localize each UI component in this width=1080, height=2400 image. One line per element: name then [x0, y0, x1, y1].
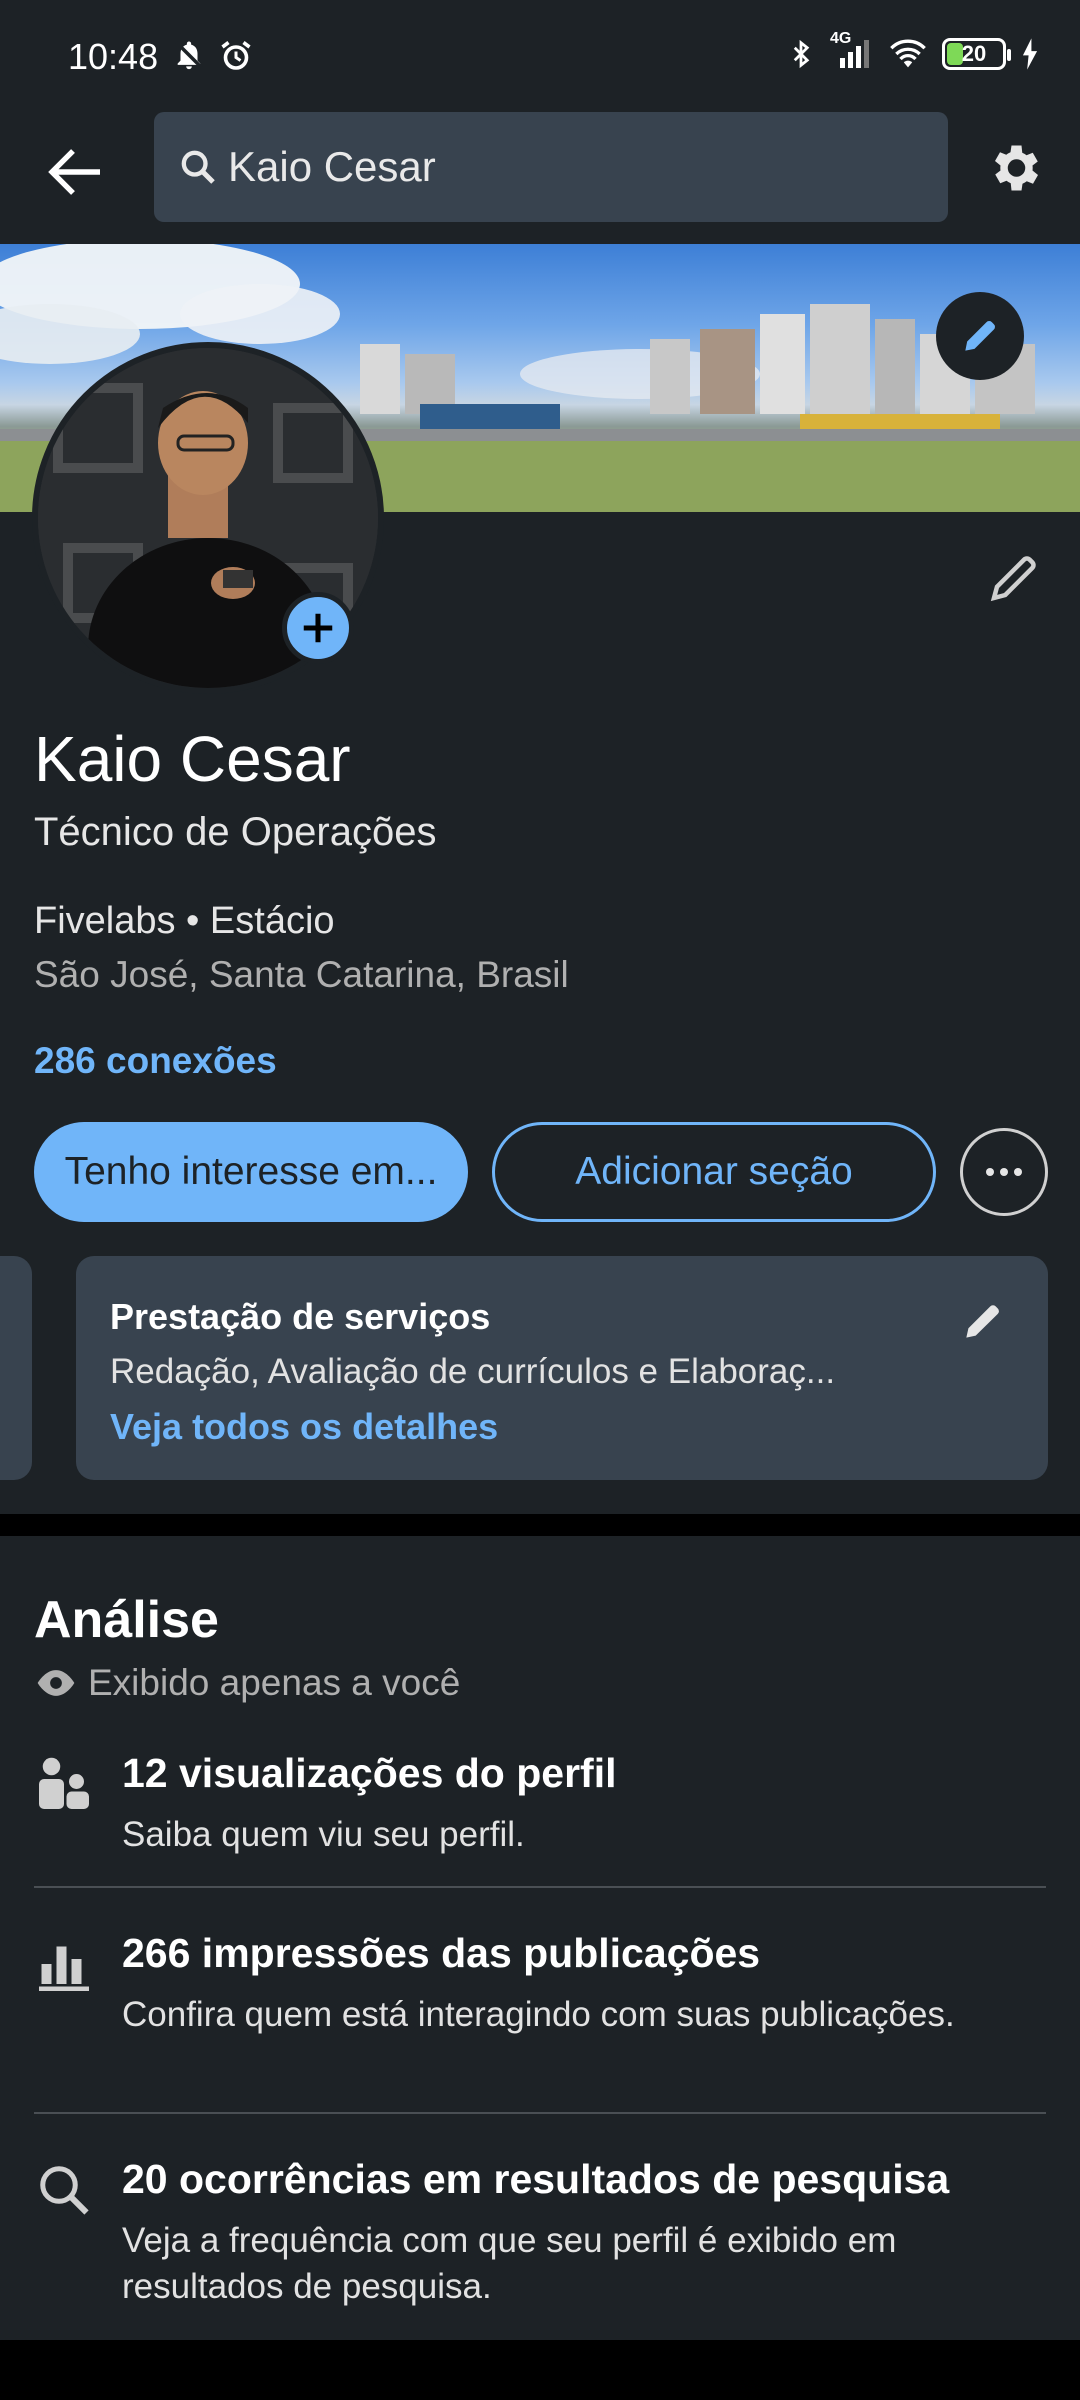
- analytics-item-post-impressions[interactable]: 266 impressões das publicações Confira q…: [34, 1930, 1046, 2090]
- analytics-headline: 266 impressões das publicações: [122, 1930, 761, 1976]
- section-divider: [0, 1514, 1080, 1536]
- services-card[interactable]: Prestação de serviços Redação, Avaliação…: [76, 1256, 1048, 1480]
- status-bar: 10:48 4G 20: [0, 0, 1080, 112]
- edit-services-pencil-icon[interactable]: [958, 1296, 1008, 1346]
- analytics-headline: 12 visualizações do perfil: [122, 1750, 617, 1796]
- search-icon: [40, 2166, 89, 2215]
- analytics-visibility: Exibido apenas a você: [34, 1662, 460, 1704]
- edit-cover-button[interactable]: [936, 292, 1024, 380]
- battery-icon: 20: [942, 38, 1011, 70]
- search-icon: [181, 150, 215, 184]
- profile-location: São José, Santa Catarina, Brasil: [34, 954, 569, 995]
- analytics-visibility-text: Exibido apenas a você: [88, 1662, 461, 1703]
- network-label: 4G: [830, 30, 852, 47]
- wifi-icon: [890, 39, 926, 68]
- more-horizontal-icon: [986, 1168, 1022, 1176]
- add-section-button[interactable]: Adicionar seção: [492, 1122, 936, 1222]
- pencil-icon: [965, 321, 995, 351]
- services-title: Prestação de serviços: [110, 1296, 491, 1337]
- previous-card-peek[interactable]: [0, 1256, 32, 1480]
- back-arrow-icon[interactable]: [40, 136, 112, 208]
- analytics-item-profile-views[interactable]: 12 visualizações do perfil Saiba quem vi…: [34, 1750, 1046, 1860]
- connections-link[interactable]: 286 conexões: [34, 1040, 277, 1082]
- analytics-headline: 20 ocorrências em resultados de pesquisa: [122, 2156, 950, 2202]
- analytics-item-search-appearances[interactable]: 20 ocorrências em resultados de pesquisa…: [34, 2156, 1046, 2316]
- profile-name: Kaio Cesar: [34, 723, 351, 795]
- company-school: Fivelabs • Estácio: [34, 900, 335, 942]
- settings-gear-icon[interactable]: [984, 138, 1044, 198]
- status-right-icons: 4G 20: [786, 30, 1040, 72]
- search-text: Kaio Cesar: [228, 143, 436, 190]
- analytics-desc: Confira quem está interagindo com suas p…: [122, 1995, 955, 2034]
- status-left-icons: [172, 38, 254, 74]
- analytics-title: Análise: [34, 1591, 219, 1649]
- eye-icon: [37, 1670, 75, 1696]
- alarm-icon: [221, 41, 251, 70]
- divider: [34, 2112, 1046, 2114]
- services-description: Redação, Avaliação de currículos e Elabo…: [110, 1352, 836, 1391]
- bluetooth-icon: [793, 39, 810, 69]
- signal-icon: 4G: [830, 30, 874, 72]
- services-details-link[interactable]: Veja todos os detalhes: [110, 1406, 1014, 1448]
- bell-muted-icon: [174, 40, 204, 70]
- divider: [34, 1886, 1046, 1888]
- edit-profile-pencil-icon[interactable]: [984, 548, 1044, 608]
- more-options-button[interactable]: [960, 1128, 1048, 1216]
- people-icon: [39, 1757, 89, 1809]
- status-time: 10:48: [68, 36, 159, 77]
- analytics-desc: Veja a frequência com que seu perfil é e…: [122, 2221, 897, 2306]
- plus-icon: [303, 613, 333, 643]
- search-bar[interactable]: Kaio Cesar: [154, 112, 948, 222]
- open-to-button[interactable]: Tenho interesse em...: [34, 1122, 468, 1222]
- profile-headline: Técnico de Operações: [34, 810, 437, 854]
- top-bar: Kaio Cesar: [0, 112, 1080, 244]
- charging-icon: [1022, 38, 1038, 70]
- bar-chart-icon: [39, 1946, 89, 1991]
- section-divider-bottom: [0, 2340, 1080, 2400]
- battery-level: 20: [961, 41, 987, 66]
- add-photo-button[interactable]: [282, 592, 354, 664]
- analytics-desc: Saiba quem viu seu perfil.: [122, 1815, 525, 1854]
